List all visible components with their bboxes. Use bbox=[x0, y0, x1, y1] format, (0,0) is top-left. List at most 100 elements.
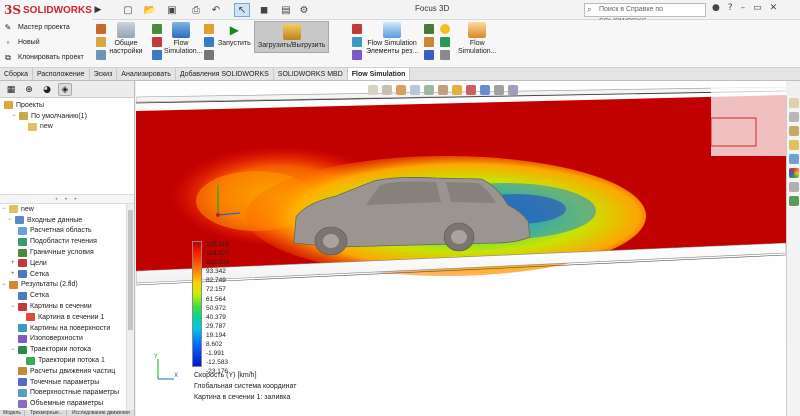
undo-icon[interactable]: ↶ bbox=[208, 3, 224, 17]
flow-analysis-tab-icon[interactable]: ◈ bbox=[58, 83, 72, 96]
mesh-icon[interactable] bbox=[152, 50, 162, 60]
tab-motion-study[interactable]: Исследование движения 1 bbox=[69, 410, 135, 416]
rebuild-icon[interactable]: ◼ bbox=[256, 3, 272, 17]
app-logo[interactable]: 3S SOLIDWORKS bbox=[0, 0, 92, 20]
tab-layout[interactable]: Расположение bbox=[33, 68, 90, 80]
flow-trajectory-icon[interactable] bbox=[424, 24, 434, 34]
flow-simulation-elements-button[interactable]: Flow Simulation Элементы рез... bbox=[366, 22, 418, 56]
help-search-input[interactable]: ⌕ Поиск в Справке по SOLIDWORKS bbox=[584, 3, 706, 25]
hide-show-icon[interactable] bbox=[452, 85, 462, 95]
previous-view-icon[interactable] bbox=[396, 85, 406, 95]
feature-tree-tab-icon[interactable]: ▦ bbox=[4, 83, 18, 96]
lightbulb-icon[interactable] bbox=[440, 24, 450, 34]
display-icon[interactable] bbox=[440, 37, 450, 47]
tab-flow-simulation[interactable]: Flow Simulation bbox=[347, 68, 411, 80]
settings-icon[interactable] bbox=[96, 24, 106, 34]
tab-evaluate[interactable]: Анализировать bbox=[117, 68, 176, 80]
general-settings-button[interactable]: Общие настройки bbox=[108, 22, 144, 56]
settings-small-icon[interactable] bbox=[440, 50, 450, 60]
scene-icon[interactable] bbox=[480, 85, 490, 95]
tree-item-point-parameters[interactable]: Точечные параметры bbox=[2, 377, 134, 388]
section-view-icon[interactable] bbox=[410, 85, 420, 95]
tree-item-particle-studies[interactable]: Расчеты движения частиц bbox=[2, 366, 134, 377]
restore-icon[interactable]: ▭ bbox=[753, 3, 762, 13]
view-palette-icon[interactable] bbox=[788, 154, 799, 164]
appearance-icon[interactable] bbox=[466, 85, 476, 95]
isosurface-icon[interactable] bbox=[352, 50, 362, 60]
tree-new-project[interactable]: new bbox=[4, 122, 130, 133]
display-monitor-icon[interactable] bbox=[508, 85, 518, 95]
tab-3d-views[interactable]: Трехмерные... bbox=[27, 410, 67, 416]
custom-properties-icon[interactable] bbox=[788, 182, 799, 192]
tree-item-surface-parameters[interactable]: Поверхностные параметры bbox=[2, 388, 134, 399]
property-manager-tab-icon[interactable]: ⊕ bbox=[22, 83, 36, 96]
new-file-icon[interactable]: ▢ bbox=[120, 3, 136, 17]
tab-model[interactable]: Модель bbox=[0, 410, 25, 416]
tab-sketch[interactable]: Эскиз bbox=[90, 68, 118, 80]
help-icon[interactable]: ? bbox=[728, 3, 733, 13]
wizard-button[interactable]: ✎ Мастер проекта bbox=[0, 20, 92, 35]
print-icon[interactable]: ⎙ bbox=[188, 3, 204, 17]
select-arrow-icon[interactable]: ↖ bbox=[234, 3, 250, 17]
solver-monitor-icon[interactable] bbox=[204, 37, 214, 47]
load-unload-button[interactable]: Загрузить/Выгрузить bbox=[254, 21, 330, 53]
tree-item-cut-plot-1[interactable]: Картина в сечении 1 bbox=[2, 312, 134, 323]
zoom-to-fit-icon[interactable] bbox=[368, 85, 378, 95]
tree-item-results[interactable]: − Результаты (2.fld) bbox=[2, 280, 134, 291]
particle-study-icon[interactable] bbox=[424, 37, 434, 47]
boundary-condition-icon[interactable] bbox=[152, 24, 162, 34]
flow-simulation-button[interactable]: Flow Simulation... bbox=[164, 22, 203, 56]
point-params-icon[interactable] bbox=[424, 50, 434, 60]
file-explorer-icon[interactable] bbox=[788, 140, 799, 150]
save-icon[interactable]: ▣ bbox=[164, 3, 180, 17]
tree-item-new[interactable]: − new bbox=[2, 204, 134, 215]
home-icon[interactable] bbox=[788, 98, 799, 108]
open-file-icon[interactable]: 📂 bbox=[142, 3, 158, 17]
tree-item-volume-parameters[interactable]: Объемные параметры bbox=[2, 398, 134, 409]
tree-item-mesh-input[interactable]: + Сетка bbox=[2, 269, 134, 280]
tab-assembly[interactable]: Сборка bbox=[0, 68, 33, 80]
batch-run-icon[interactable] bbox=[204, 24, 214, 34]
menu-expand-icon[interactable]: ▶ bbox=[92, 0, 104, 20]
display-manager-tab-icon[interactable]: ◕ bbox=[40, 83, 54, 96]
goals-icon[interactable] bbox=[152, 37, 162, 47]
graphics-viewport[interactable]: Y X bbox=[136, 81, 786, 416]
new-project-button[interactable]: ▫ Новый bbox=[0, 35, 92, 50]
minimize-icon[interactable]: – bbox=[741, 3, 746, 13]
flow-simulation-menu-button[interactable]: Flow Simulation... bbox=[458, 22, 497, 56]
run-button[interactable]: ▶ Запустить bbox=[218, 22, 251, 48]
appearances-icon[interactable] bbox=[788, 168, 799, 178]
cut-plot-icon[interactable] bbox=[352, 24, 362, 34]
tree-item-computational-domain[interactable]: Расчетная область bbox=[2, 226, 134, 237]
tree-item-flow-trajectory-1[interactable]: Траектории потока 1 bbox=[2, 355, 134, 366]
panel-splitter[interactable]: • • • bbox=[0, 194, 134, 204]
view-orientation-icon[interactable] bbox=[424, 85, 434, 95]
tab-solidworks-addins[interactable]: Добавления SOLIDWORKS bbox=[176, 68, 274, 80]
tree-item-goals[interactable]: + Цели bbox=[2, 258, 134, 269]
display-style-icon[interactable] bbox=[438, 85, 448, 95]
tree-item-input-data[interactable]: − Входные данные bbox=[2, 215, 134, 226]
tree-item-surface-plots[interactable]: Картины на поверхности bbox=[2, 323, 134, 334]
solidworks-forum-icon[interactable] bbox=[788, 196, 799, 206]
tree-item-mesh-results[interactable]: Сетка bbox=[2, 290, 134, 301]
view-settings-icon[interactable] bbox=[494, 85, 504, 95]
user-icon[interactable]: ● bbox=[712, 3, 720, 13]
tree-item-boundary-conditions[interactable]: Граничные условия bbox=[2, 247, 134, 258]
tree-item-flow-trajectories[interactable]: − Траектории потока bbox=[2, 344, 134, 355]
tab-solidworks-mbd[interactable]: SOLIDWORKS MBD bbox=[274, 68, 348, 80]
tree-item-isosurfaces[interactable]: Изоповерхности bbox=[2, 334, 134, 345]
tree-item-fluid-subdomains[interactable]: Подобласти течения bbox=[2, 236, 134, 247]
options-gear-icon[interactable]: ⚙ bbox=[296, 3, 312, 17]
zoom-area-icon[interactable] bbox=[382, 85, 392, 95]
computational-domain-icon[interactable] bbox=[96, 37, 106, 47]
file-properties-icon[interactable]: ▤ bbox=[278, 3, 294, 17]
tool-small-icon[interactable] bbox=[96, 50, 106, 60]
tree-scrollbar[interactable] bbox=[126, 204, 134, 416]
stop-icon[interactable] bbox=[204, 50, 214, 60]
design-library-icon[interactable] bbox=[788, 126, 799, 136]
surface-plot-icon[interactable] bbox=[352, 37, 362, 47]
tree-item-cut-plots[interactable]: − Картины в сечении bbox=[2, 301, 134, 312]
tree-default-config[interactable]: − По умолчанию(1) bbox=[4, 111, 130, 122]
close-icon[interactable]: ✕ bbox=[770, 3, 778, 13]
tree-projects-root[interactable]: Проекты bbox=[4, 100, 130, 111]
